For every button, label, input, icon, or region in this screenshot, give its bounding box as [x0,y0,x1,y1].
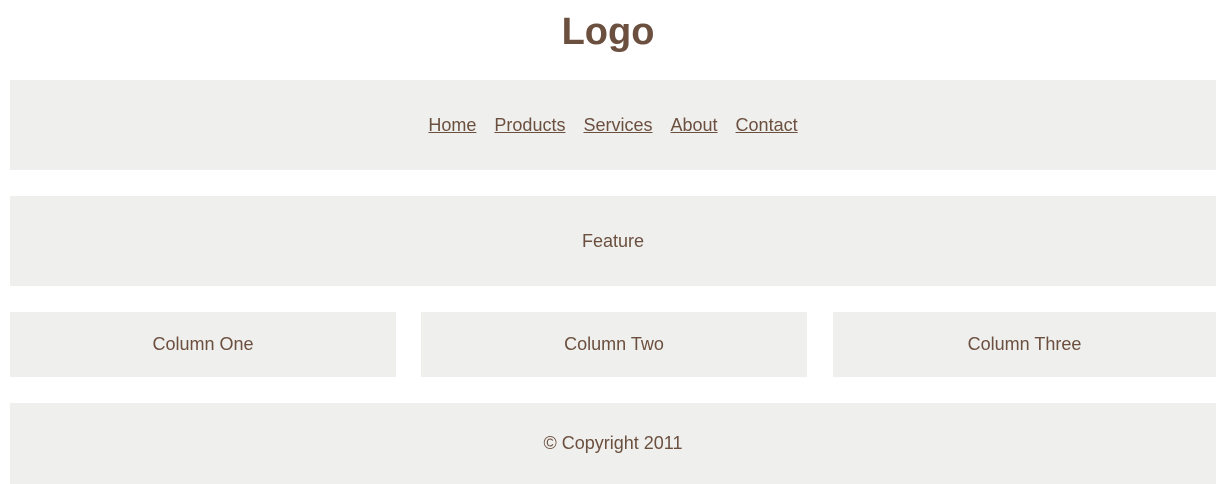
nav-link-home[interactable]: Home [428,115,476,136]
site-logo: Logo [561,10,655,53]
nav-link-services[interactable]: Services [583,115,652,136]
column-three-label: Column Three [967,334,1082,354]
column-two: Column Two [421,312,807,377]
column-one-label: Column One [152,334,254,354]
column-two-label: Column Two [564,334,664,354]
nav-link-products[interactable]: Products [494,115,565,136]
copyright-text: © Copyright 2011 [543,433,683,453]
feature-label: Feature [581,230,645,251]
column-one: Column One [10,312,396,377]
footer: © Copyright 2011 [10,403,1216,484]
feature-section: Feature [10,196,1216,286]
column-three: Column Three [833,312,1216,377]
nav-link-contact[interactable]: Contact [736,115,798,136]
nav-link-about[interactable]: About [671,115,718,136]
main-navigation: Home Products Services About Contact [10,80,1216,170]
